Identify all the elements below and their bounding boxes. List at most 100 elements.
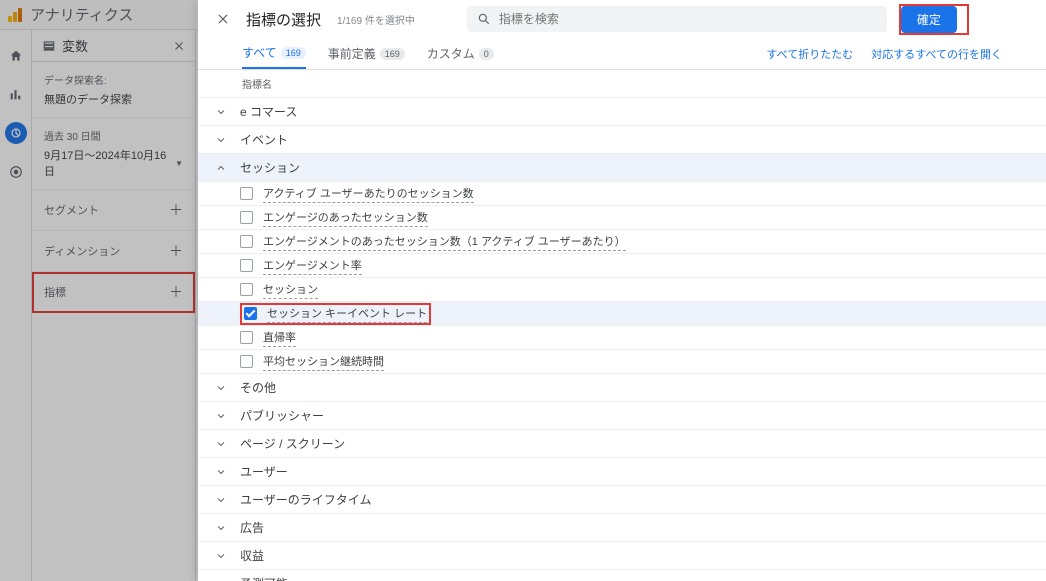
variables-header: 変数	[32, 30, 195, 62]
layers-icon	[42, 39, 56, 53]
segments-row[interactable]: セグメント ＋	[32, 190, 195, 231]
metrics-label: 指標	[44, 284, 66, 300]
close-modal-button[interactable]	[212, 8, 234, 30]
tab-count-badge: 169	[380, 48, 405, 60]
metric-item[interactable]: エンゲージのあったセッション数	[198, 205, 1046, 229]
metric-group-label: 収益	[240, 547, 264, 564]
metric-checkbox[interactable]	[240, 211, 253, 224]
metric-list[interactable]: e コマースイベントセッションアクティブ ユーザーあたりのセッション数エンゲージ…	[198, 97, 1046, 581]
search-icon	[477, 12, 491, 26]
highlighted-metric: セッション キーイベント レート	[240, 303, 431, 325]
metric-group-label: ユーザー	[240, 463, 288, 480]
metric-picker-modal: 指標の選択 1/169 件を選択中 確定 すべて 169 事前定義 169 カスタム0 …	[198, 0, 1046, 581]
confirm-button[interactable]: 確定	[901, 6, 957, 33]
explore-name-section[interactable]: データ探索名: 無題のデータ探索	[32, 62, 195, 118]
metric-group[interactable]: パブリッシャー	[198, 401, 1046, 429]
expand-all-link[interactable]: 対応するすべての行を開く	[871, 46, 1002, 62]
metric-group[interactable]: 予測可能	[198, 569, 1046, 581]
date-range-value: 9月17日〜2024年10月16日	[44, 147, 175, 179]
metric-item[interactable]: 直帰率	[198, 325, 1046, 349]
collapse-all-link[interactable]: すべて折りたたむ	[766, 46, 853, 62]
metric-item-label: エンゲージメント率	[263, 257, 362, 275]
metric-group[interactable]: その他	[198, 373, 1046, 401]
metric-item-label: 平均セッション継続時間	[263, 353, 384, 371]
metric-item-label: 直帰率	[263, 329, 296, 347]
metric-checkbox[interactable]	[240, 283, 253, 296]
metric-group-label: ページ / スクリーン	[240, 435, 345, 452]
segments-label: セグメント	[44, 202, 99, 218]
metric-item-label: エンゲージのあったセッション数	[263, 209, 428, 227]
dimensions-label: ディメンション	[44, 243, 120, 259]
chevron-down-icon	[212, 134, 230, 146]
add-dimension-icon[interactable]: ＋	[169, 241, 183, 261]
app-title: アナリティクス	[30, 4, 133, 25]
metric-group-label: e コマース	[240, 103, 297, 120]
report-icon[interactable]	[6, 84, 26, 104]
metric-group[interactable]: 収益	[198, 541, 1046, 569]
modal-title: 指標の選択	[246, 9, 321, 30]
advertising-icon[interactable]	[6, 162, 26, 182]
metric-group-label: パブリッシャー	[240, 407, 324, 424]
metric-group[interactable]: e コマース	[198, 97, 1046, 125]
metric-item[interactable]: セッション キーイベント レート	[198, 301, 1046, 325]
explore-name: 無題のデータ探索	[44, 91, 183, 107]
metric-group-label: ユーザーのライフタイム	[240, 491, 372, 508]
metric-checkbox[interactable]	[240, 331, 253, 344]
chevron-down-icon	[212, 438, 230, 450]
analytics-logo-icon	[8, 8, 22, 22]
chevron-down-icon	[212, 494, 230, 506]
metric-checkbox[interactable]	[244, 307, 257, 320]
metric-group[interactable]: イベント	[198, 125, 1046, 153]
metric-item[interactable]: エンゲージメント率	[198, 253, 1046, 277]
metric-checkbox[interactable]	[240, 259, 253, 272]
add-segment-icon[interactable]: ＋	[169, 200, 183, 220]
close-icon	[216, 12, 230, 26]
metric-group-label: セッション	[240, 159, 300, 176]
date-range-preset: 過去 30 日間	[44, 128, 183, 143]
tab-0[interactable]: すべて 169	[242, 38, 306, 69]
variables-panel: 変数 データ探索名: 無題のデータ探索 過去 30 日間 9月17日〜2024年…	[32, 30, 196, 581]
metric-item[interactable]: セッション	[198, 277, 1046, 301]
dimensions-row[interactable]: ディメンション ＋	[32, 231, 195, 272]
metric-item-label: エンゲージメントのあったセッション数（1 アクティブ ユーザーあたり）	[263, 233, 626, 251]
metric-item[interactable]: エンゲージメントのあったセッション数（1 アクティブ ユーザーあたり）	[198, 229, 1046, 253]
metric-item-label: セッション	[263, 281, 318, 299]
variables-title: 変数	[62, 36, 88, 55]
chevron-down-icon	[212, 522, 230, 534]
chevron-down-icon	[212, 410, 230, 422]
tab-count-badge: 169	[281, 47, 306, 59]
tab-label: 事前定義	[328, 45, 376, 62]
metric-item[interactable]: 平均セッション継続時間	[198, 349, 1046, 373]
metric-group[interactable]: 広告	[198, 513, 1046, 541]
metric-item-label: セッション キーイベント レート	[267, 305, 427, 323]
metric-item[interactable]: アクティブ ユーザーあたりのセッション数	[198, 181, 1046, 205]
metric-group[interactable]: セッション	[198, 153, 1046, 181]
metric-group[interactable]: ユーザーのライフタイム	[198, 485, 1046, 513]
search-field[interactable]	[467, 6, 887, 32]
search-input[interactable]	[499, 12, 877, 26]
modal-subtitle: 1/169 件を選択中	[337, 12, 415, 27]
tabs-row: すべて 169 事前定義 169 カスタム0 すべて折りたたむ 対応するすべての行を開く	[198, 38, 1046, 70]
close-panel-icon[interactable]	[173, 40, 185, 52]
modal-header: 指標の選択 1/169 件を選択中 確定	[198, 0, 1046, 38]
chevron-down-icon	[212, 466, 230, 478]
tab-label: すべて	[242, 44, 277, 61]
metric-group[interactable]: ユーザー	[198, 457, 1046, 485]
tab-2[interactable]: カスタム0	[427, 39, 494, 68]
app-backdrop: アナリティクス 変数 データ探索名: 無題のデータ探索 過去 30 日間	[0, 0, 196, 581]
tab-1[interactable]: 事前定義 169	[328, 39, 405, 68]
metric-checkbox[interactable]	[240, 235, 253, 248]
chevron-down-icon	[212, 382, 230, 394]
home-icon[interactable]	[6, 46, 26, 66]
tab-count-badge: 0	[479, 48, 494, 60]
metric-checkbox[interactable]	[240, 355, 253, 368]
chevron-down-icon	[212, 106, 230, 118]
date-range-section[interactable]: 過去 30 日間 9月17日〜2024年10月16日 ▼	[32, 118, 195, 190]
metric-group-label: 広告	[240, 519, 264, 536]
add-metric-icon[interactable]: ＋	[169, 282, 183, 302]
explore-icon[interactable]	[5, 122, 27, 144]
metric-group[interactable]: ページ / スクリーン	[198, 429, 1046, 457]
metric-group-label: その他	[240, 379, 276, 396]
metrics-row[interactable]: 指標 ＋	[32, 272, 195, 313]
metric-checkbox[interactable]	[240, 187, 253, 200]
